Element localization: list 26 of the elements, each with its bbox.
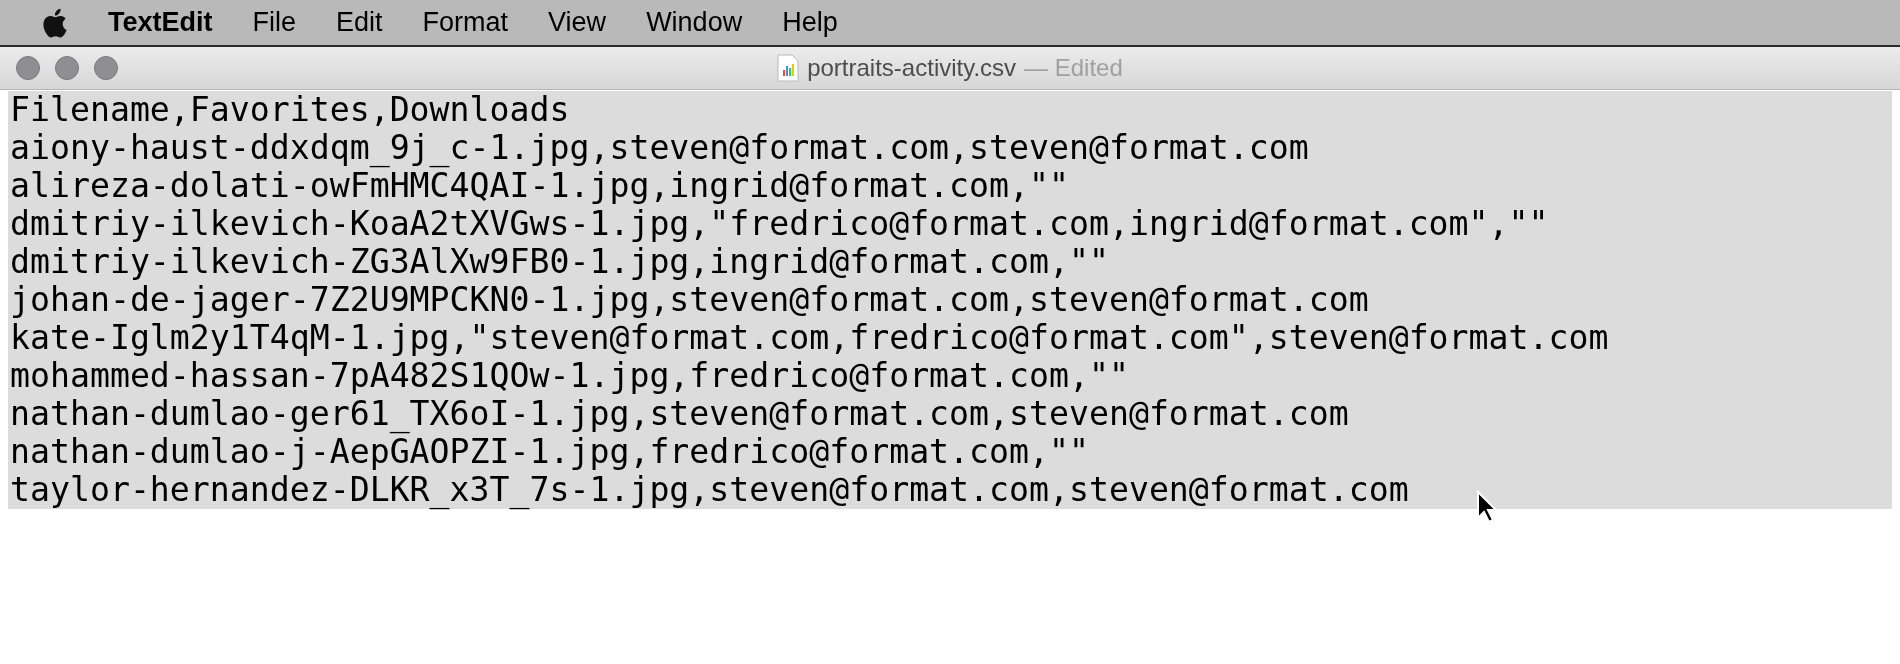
menu-item[interactable]: File xyxy=(252,2,297,43)
text-line: johan-de-jager-7Z2U9MPCKN0-1.jpg,steven@format.com,steven@format.com xyxy=(9,281,1369,319)
zoom-button[interactable] xyxy=(94,56,118,80)
text-line: mohammed-hassan-7pA482S1QOw-1.jpg,fredrico@format.com,"" xyxy=(9,357,1129,395)
text-line: dmitriy-ilkevich-KoaA2tXVGws-1.jpg,"fredrico@format.com,ingrid@format.com","" xyxy=(9,205,1549,243)
text-line: Filename,Favorites,Downloads xyxy=(9,91,570,129)
menu-item[interactable]: View xyxy=(548,2,607,43)
minimize-button[interactable] xyxy=(55,56,79,80)
pointer-cursor-icon xyxy=(1476,490,1498,524)
window-title: portraits-activity.csv xyxy=(807,53,1017,83)
text-line: dmitriy-ilkevich-ZG3AlXw9FB0-1.jpg,ingrid@format.com,"" xyxy=(9,243,1109,281)
apple-logo-icon[interactable] xyxy=(40,6,68,39)
spreadsheet-file-icon xyxy=(777,54,800,82)
text-line: taylor-hernandez-DLKR_x3T_7s-1.jpg,steven@format.com,steven@format.com xyxy=(9,471,1409,509)
text-line: alireza-dolati-owFmHMC4QAI-1.jpg,ingrid@format.com,"" xyxy=(9,167,1069,205)
text-line: nathan-dumlao-j-AepGAOPZI-1.jpg,fredrico@format.com,"" xyxy=(9,433,1089,471)
menu-item[interactable]: Format xyxy=(422,2,509,43)
menu-item[interactable]: Window xyxy=(646,2,743,43)
menu-item[interactable]: Help xyxy=(782,2,838,43)
edited-status: — Edited xyxy=(1024,53,1123,83)
close-button[interactable] xyxy=(16,56,40,80)
app-menu[interactable]: TextEdit xyxy=(108,2,213,43)
text-line: nathan-dumlao-ger61_TX6oI-1.jpg,steven@format.com,steven@format.com xyxy=(9,395,1349,433)
menu-item[interactable]: Edit xyxy=(336,2,383,43)
text-line: kate-Iglm2y1T4qM-1.jpg,"steven@format.com,fredrico@format.com",steven@format.com xyxy=(9,319,1609,357)
text-line: aiony-haust-ddxdqm_9j_c-1.jpg,steven@format.com,steven@format.com xyxy=(9,129,1309,167)
